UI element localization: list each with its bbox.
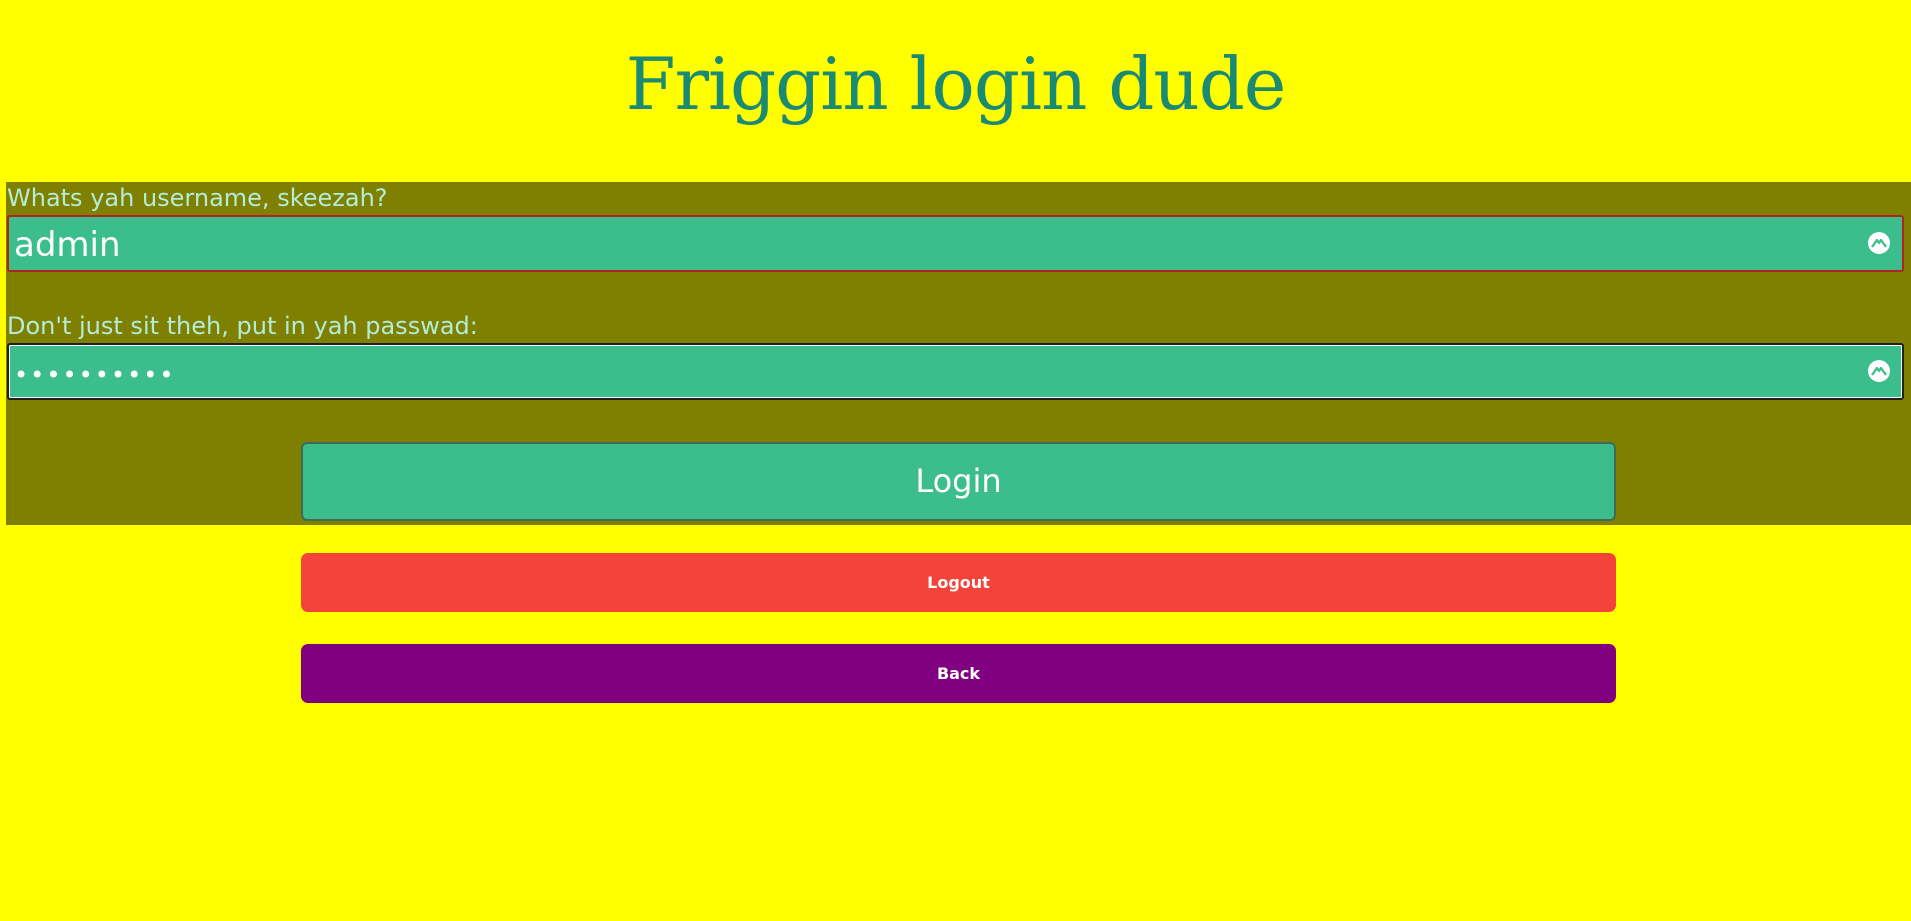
login-button[interactable]: Login (301, 442, 1616, 521)
clear-icon[interactable] (1867, 231, 1891, 255)
username-label: Whats yah username, skeezah? (7, 184, 388, 212)
login-form-panel: Whats yah username, skeezah? admin Don't… (6, 182, 1911, 525)
page-title: Friggin login dude (625, 42, 1287, 126)
logout-button[interactable]: Logout (301, 553, 1616, 612)
password-value: •••••••••• (14, 361, 176, 389)
username-input[interactable]: admin (7, 215, 1904, 272)
back-button[interactable]: Back (301, 644, 1616, 703)
clear-icon[interactable] (1867, 359, 1891, 383)
password-label: Don't just sit theh, put in yah passwad: (7, 312, 478, 340)
password-input[interactable]: •••••••••• (7, 343, 1904, 400)
username-value: admin (14, 225, 121, 265)
